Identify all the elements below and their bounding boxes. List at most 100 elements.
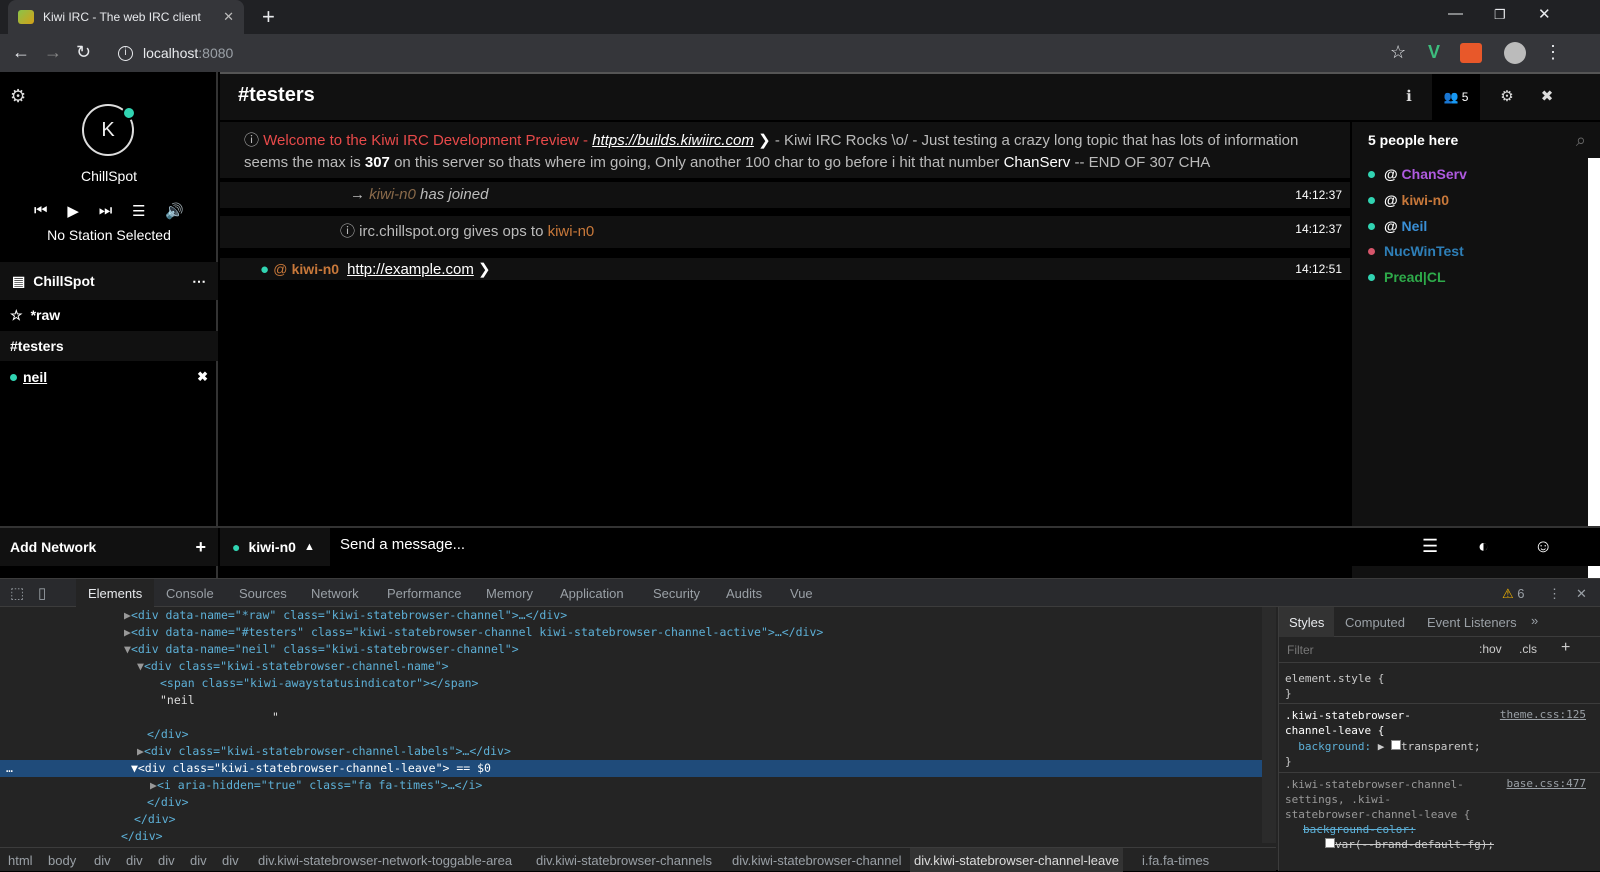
message-link[interactable]: http://example.com (347, 261, 474, 278)
dom-line[interactable]: ▼<div data-name="neil" class="kiwi-state… (124, 641, 519, 658)
browser-menu-icon[interactable]: ⋮ (1544, 42, 1562, 63)
channel-testers[interactable]: #testers (0, 331, 218, 361)
message-input[interactable] (340, 536, 1340, 553)
previous-track-icon[interactable]: ⏮ (34, 202, 48, 220)
minimize-icon[interactable]: — (1448, 5, 1463, 22)
style-source-link[interactable]: base.css:477 (1507, 777, 1586, 790)
add-network-button[interactable]: Add Network + (0, 528, 218, 566)
member-item[interactable]: NucWinTest (1368, 243, 1464, 259)
extension-icon[interactable] (1460, 43, 1482, 63)
bookmark-star-icon[interactable]: ☆ (1390, 42, 1406, 63)
style-rule-selector[interactable]: .kiwi-statebrowser- channel-leave { (1285, 708, 1411, 738)
breadcrumb-item[interactable]: i.fa.fa-times (1142, 853, 1209, 868)
tab-elements[interactable]: Elements (76, 579, 155, 607)
inspect-element-icon[interactable]: ⬚ (10, 584, 24, 602)
dom-line[interactable]: </div> (134, 811, 176, 828)
menu-icon[interactable]: ☰ (1422, 536, 1438, 557)
close-channel-icon[interactable]: ✖ (1526, 74, 1568, 120)
style-source-link[interactable]: theme.css:125 (1500, 708, 1586, 721)
next-track-icon[interactable]: ⏭ (99, 202, 113, 220)
tab-sources[interactable]: Sources (239, 586, 287, 601)
dom-line[interactable]: ▶<i aria-hidden="true" class="fa fa-time… (150, 777, 482, 794)
breadcrumb-item[interactable]: div.kiwi-statebrowser-network-toggable-a… (258, 853, 512, 868)
dom-scrollbar[interactable] (1262, 607, 1276, 843)
more-tabs-icon[interactable]: » (1531, 613, 1538, 628)
profile-avatar-icon[interactable] (1504, 42, 1526, 64)
url-field[interactable]: i localhost:8080 (110, 39, 1440, 67)
dom-line[interactable]: "neil (160, 692, 195, 709)
styles-filter-input[interactable]: Filter (1287, 643, 1314, 657)
reload-icon[interactable]: ↻ (76, 42, 91, 63)
forward-icon[interactable]: → (44, 42, 62, 63)
breadcrumb-item[interactable]: body (48, 853, 76, 868)
device-toolbar-icon[interactable]: ▯ (38, 584, 46, 602)
play-icon[interactable]: ▶ (67, 202, 79, 220)
tab-console[interactable]: Console (166, 586, 214, 601)
message-nick[interactable]: kiwi-n0 (369, 186, 416, 203)
breadcrumb-item[interactable]: html (8, 853, 33, 868)
dom-line[interactable]: " (272, 709, 279, 726)
tab-network[interactable]: Network (311, 586, 359, 601)
breadcrumb-item[interactable]: div.kiwi-statebrowser-channel (732, 853, 902, 868)
info-icon[interactable]: i (118, 45, 133, 61)
window-close-icon[interactable]: ✕ (1538, 5, 1551, 23)
dom-line[interactable]: ▶<div data-name="*raw" class="kiwi-state… (124, 607, 567, 624)
dom-line[interactable]: ▶<div class="kiwi-statebrowser-channel-l… (137, 743, 511, 760)
tab-application[interactable]: Application (560, 586, 624, 601)
dom-line[interactable]: ▶<div data-name="#testers" class="kiwi-s… (124, 624, 823, 641)
tab-styles[interactable]: Styles (1279, 607, 1335, 637)
breadcrumb-item[interactable]: div (190, 853, 207, 868)
vue-devtools-extension-icon[interactable]: V (1428, 42, 1440, 63)
warnings-count[interactable]: ⚠ 6 (1502, 586, 1525, 602)
browser-tab[interactable]: Kiwi IRC - The web IRC client ✕ (8, 0, 244, 34)
tab-performance[interactable]: Performance (387, 586, 461, 601)
nick-selector[interactable]: ● kiwi-n0 ▲ (220, 528, 330, 566)
avatar[interactable]: K (82, 104, 136, 156)
member-item[interactable]: Pread|CL (1368, 269, 1446, 285)
new-tab-icon[interactable]: + (262, 4, 275, 30)
dom-line[interactable]: </div> (147, 726, 189, 743)
style-declaration-value[interactable]: var(--brand-default-fg); (1325, 837, 1494, 852)
channel-info-icon[interactable]: ℹ (1388, 74, 1430, 120)
close-tab-icon[interactable]: ✕ (223, 9, 234, 25)
volume-icon[interactable]: 🔊 (165, 202, 184, 220)
emoji-icon[interactable]: ☺ (1534, 536, 1552, 557)
class-toggle-button[interactable]: .cls (1519, 642, 1537, 656)
breadcrumb-item[interactable]: div.kiwi-statebrowser-channels (536, 853, 712, 868)
add-style-rule-icon[interactable]: + (1561, 639, 1570, 657)
style-declaration[interactable]: background: ▶ transparent; (1285, 739, 1480, 754)
tab-memory[interactable]: Memory (486, 586, 533, 601)
dom-line[interactable]: <span class="kiwi-awaystatusindicator"><… (160, 675, 479, 692)
network-header[interactable]: ▤ ChillSpot ⋯ (0, 262, 218, 300)
breadcrumb-item[interactable]: div (126, 853, 143, 868)
tab-computed[interactable]: Computed (1345, 615, 1405, 630)
member-item[interactable]: @ ChanServ (1368, 166, 1467, 182)
dom-line[interactable]: ▼<div class="kiwi-statebrowser-channel-n… (137, 658, 449, 675)
member-item[interactable]: @ Neil (1368, 218, 1427, 234)
devtools-menu-icon[interactable]: ⋮ (1548, 586, 1561, 602)
star-icon[interactable]: ☆ (10, 307, 23, 324)
topic-link[interactable]: https://builds.kiwiirc.com (592, 132, 754, 149)
playlist-icon[interactable]: ☰ (132, 202, 145, 220)
dom-line-selected[interactable]: … ▼<div class="kiwi-statebrowser-channel-… (0, 760, 1262, 777)
channel-settings-icon[interactable]: ⚙ (1486, 74, 1528, 120)
tab-audits[interactable]: Audits (726, 586, 762, 601)
channel-neil[interactable]: neil ✖ (0, 362, 218, 392)
message-nick[interactable]: kiwi-n0 (292, 261, 339, 277)
style-rule-selector[interactable]: .kiwi-statebrowser-channel- settings, .k… (1285, 777, 1470, 822)
network-options-icon[interactable]: ⋯ (192, 273, 206, 290)
back-icon[interactable]: ← (12, 42, 30, 63)
tab-security[interactable]: Security (653, 586, 700, 601)
channel-leave-icon[interactable]: ✖ (197, 369, 208, 385)
scrollbar[interactable] (1588, 158, 1600, 578)
hover-state-button[interactable]: :hov (1479, 642, 1502, 656)
element-style-rule[interactable]: element.style { } (1285, 671, 1384, 701)
breadcrumb-item[interactable]: div (222, 853, 239, 868)
contrast-icon[interactable]: ◐ (1478, 536, 1489, 557)
restore-icon[interactable]: ❐ (1494, 7, 1506, 23)
search-icon[interactable]: ⌕ (1576, 130, 1586, 151)
dom-line[interactable]: </div> (121, 828, 163, 843)
message-nick[interactable]: kiwi-n0 (548, 223, 595, 240)
settings-gear-icon[interactable]: ⚙ (10, 86, 26, 107)
tab-event-listeners[interactable]: Event Listeners (1427, 615, 1517, 630)
